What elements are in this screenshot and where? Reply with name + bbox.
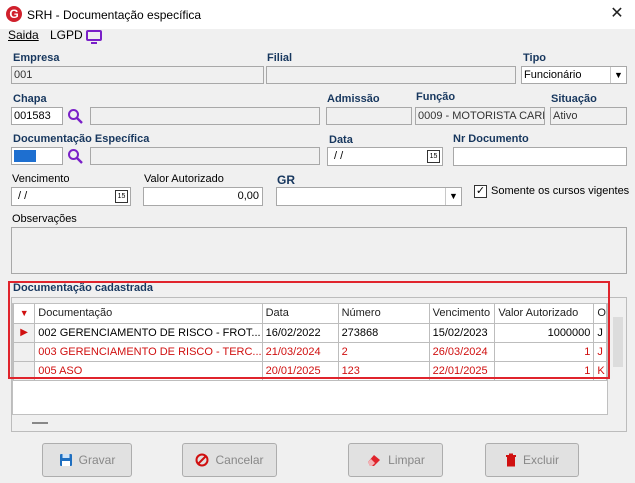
cell-valor[interactable]: 1: [494, 341, 595, 362]
search-icon[interactable]: [67, 148, 83, 164]
valor-autorizado-input[interactable]: 0,00: [143, 187, 263, 206]
col-vencimento[interactable]: Vencimento: [428, 304, 496, 324]
row-selector[interactable]: [12, 341, 36, 362]
cell-numero[interactable]: 2: [337, 341, 430, 362]
doc-especifica-desc: [90, 147, 320, 165]
cell-o[interactable]: J: [593, 322, 607, 343]
valor-autorizado-label: Valor Autorizado: [144, 173, 224, 185]
cell-vencimento[interactable]: 22/01/2025: [428, 360, 496, 381]
cell-o[interactable]: K: [593, 360, 607, 381]
cell-doc[interactable]: 002 GERENCIAMENTO DE RISCO - FROT...: [34, 322, 263, 343]
excluir-button[interactable]: Excluir: [485, 443, 579, 477]
filial-label: Filial: [267, 52, 293, 64]
documents-grid[interactable]: ▼ Documentação Data Número Vencimento Va…: [12, 303, 608, 415]
row-pointer-icon[interactable]: ▶: [12, 322, 36, 343]
col-o[interactable]: O: [593, 304, 607, 324]
situacao-label: Situação: [551, 93, 597, 105]
vencimento-label: Vencimento: [12, 173, 70, 185]
nr-documento-label: Nr Documento: [453, 133, 529, 145]
cell-valor[interactable]: 1: [494, 360, 595, 381]
nr-documento-input[interactable]: [453, 147, 627, 166]
calendar-icon[interactable]: 15: [427, 150, 440, 163]
data-input[interactable]: / / 15: [327, 147, 443, 166]
window-title: SRH - Documentação específica: [27, 8, 202, 22]
cell-data[interactable]: 16/02/2022: [261, 322, 339, 343]
cell-vencimento[interactable]: 15/02/2023: [428, 322, 496, 343]
cell-numero[interactable]: 123: [337, 360, 430, 381]
empresa-field: 001: [11, 66, 264, 84]
col-documentacao[interactable]: Documentação: [34, 304, 263, 324]
cell-data[interactable]: 21/03/2024: [261, 341, 339, 362]
close-icon[interactable]: ✕: [603, 3, 631, 25]
doc-cadastrada-label: Documentação cadastrada: [13, 282, 153, 294]
table-row[interactable]: ▶ 002 GERENCIAMENTO DE RISCO - FROT... 1…: [12, 322, 607, 343]
chevron-down-icon[interactable]: ▼: [610, 67, 626, 83]
empresa-label: Empresa: [13, 52, 60, 64]
cell-data[interactable]: 20/01/2025: [261, 360, 339, 381]
tipo-label: Tipo: [523, 52, 547, 64]
menu-saida[interactable]: Saida: [8, 28, 39, 42]
table-row[interactable]: 003 GERENCIAMENTO DE RISCO - TERC... 21/…: [12, 341, 607, 362]
funcao-field: 0009 - MOTORISTA CARR: [415, 107, 545, 125]
cancelar-button[interactable]: Cancelar: [182, 443, 277, 477]
chapa-label: Chapa: [13, 93, 47, 105]
calendar-icon[interactable]: 15: [115, 190, 128, 203]
table-row[interactable]: 005 ASO 20/01/2025 123 22/01/2025 1 K: [12, 360, 607, 381]
observacoes-textarea[interactable]: [11, 227, 627, 274]
trash-icon: [505, 453, 516, 467]
cell-doc[interactable]: 005 ASO: [34, 360, 263, 381]
app-logo-icon: G: [6, 6, 22, 22]
gr-label: GR: [277, 173, 295, 187]
chevron-down-icon[interactable]: ▼: [445, 188, 461, 205]
tipo-select[interactable]: Funcionário ▼: [521, 66, 627, 84]
admissao-label: Admissão: [327, 93, 380, 105]
gr-select[interactable]: ▼: [276, 187, 462, 206]
doc-especifica-input[interactable]: [11, 147, 63, 165]
doc-especifica-label: Documentação Específica: [13, 133, 150, 145]
observacoes-label: Observações: [12, 213, 77, 225]
menu-lgpd[interactable]: LGPD: [50, 28, 83, 42]
limpar-button[interactable]: Limpar: [348, 443, 443, 477]
data-label: Data: [329, 134, 353, 146]
vencimento-input[interactable]: / / 15: [11, 187, 131, 206]
col-valor-autorizado[interactable]: Valor Autorizado: [494, 304, 595, 324]
grid-menu-icon[interactable]: ▼: [12, 304, 36, 324]
situacao-field: Ativo: [550, 107, 627, 125]
admissao-field: [326, 107, 412, 125]
cell-valor[interactable]: 1000000: [494, 322, 595, 343]
chapa-name-field: [90, 107, 320, 125]
grid-horizontal-scrollbar[interactable]: [32, 422, 48, 424]
cell-numero[interactable]: 273868: [337, 322, 430, 343]
col-numero[interactable]: Número: [337, 304, 430, 324]
somente-cursos-label: Somente os cursos vigentes: [491, 185, 630, 197]
filial-field: [266, 66, 516, 84]
somente-cursos-checkbox[interactable]: ✓: [474, 185, 487, 198]
col-data[interactable]: Data: [261, 304, 339, 324]
cell-o[interactable]: J: [593, 341, 607, 362]
eraser-icon: [368, 455, 381, 466]
cell-doc[interactable]: 003 GERENCIAMENTO DE RISCO - TERC...: [34, 341, 263, 362]
search-icon[interactable]: [67, 108, 83, 124]
grid-vertical-scrollbar[interactable]: [613, 317, 623, 367]
row-selector[interactable]: [12, 360, 36, 381]
monitor-icon[interactable]: [86, 30, 102, 44]
save-icon: [59, 454, 72, 466]
funcao-label: Função: [416, 91, 456, 103]
cancel-icon: [195, 453, 209, 467]
cell-vencimento[interactable]: 26/03/2024: [428, 341, 496, 362]
gravar-button[interactable]: Gravar: [42, 443, 132, 477]
chapa-input[interactable]: 001583: [11, 107, 63, 125]
